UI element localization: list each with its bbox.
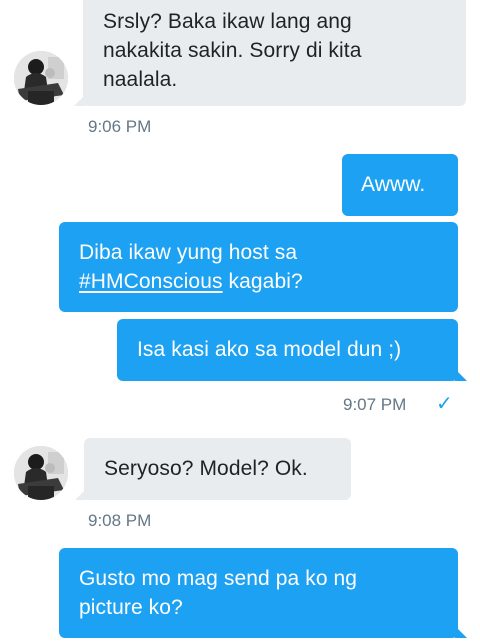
incoming-message-bubble[interactable]: Seryoso? Model? Ok. [75,438,351,500]
avatar-photo [14,446,68,500]
message-text: Diba ikaw yung host sa #HMConscious kaga… [79,238,438,296]
outgoing-message-bubble[interactable]: Gusto mo mag send pa ko ng picture ko? [59,548,467,638]
message-text: Gusto mo mag send pa ko ng picture ko? [79,567,358,619]
message-text: Awww. [361,173,426,196]
outgoing-message-bubble[interactable]: Diba ikaw yung host sa #HMConscious kaga… [59,222,458,312]
hashtag-link[interactable]: #HMConscious [79,270,223,293]
message-timestamp: 9:06 PM [88,117,152,136]
message-timestamp: 9:07 PM [343,395,407,414]
message-text: Srsly? Baka ikaw lang ang nakakita sakin… [103,10,362,91]
sender-avatar[interactable] [14,51,68,105]
dm-conversation-screen: Srsly? Baka ikaw lang ang nakakita sakin… [0,0,480,643]
message-text-part: kagabi? [222,270,303,293]
sender-avatar[interactable] [14,446,68,500]
check-icon: ✓ [436,393,453,415]
message-text: Seryoso? Model? Ok. [104,457,308,480]
message-text-part: Diba ikaw yung host sa [79,241,298,264]
outgoing-message-bubble[interactable]: Awww. [342,154,458,216]
message-timestamp: 9:08 PM [88,511,152,530]
outgoing-message-bubble[interactable]: Isa kasi ako sa model dun ;) [117,319,467,381]
incoming-message-bubble[interactable]: Srsly? Baka ikaw lang ang nakakita sakin… [74,0,466,106]
avatar-photo [14,51,68,105]
message-text: Isa kasi ako sa model dun ;) [137,338,402,361]
